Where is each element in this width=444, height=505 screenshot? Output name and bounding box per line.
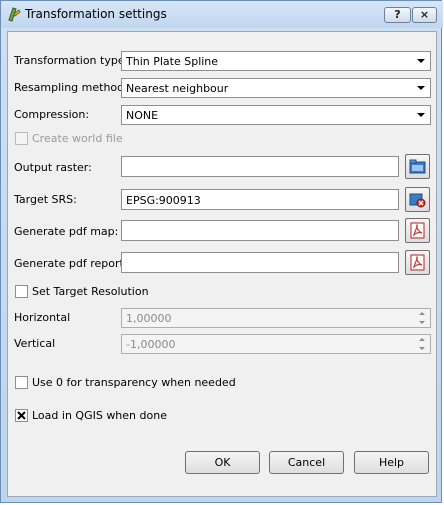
qgis-georeferencer-icon (8, 7, 21, 22)
target-srs-select-button[interactable] (405, 187, 430, 212)
chevron-down-icon (417, 113, 425, 117)
transformation-type-value: Thin Plate Spline (126, 55, 219, 68)
horizontal-value: 1,00000 (126, 312, 172, 325)
cancel-button[interactable]: Cancel (269, 451, 344, 474)
pdf-icon (410, 254, 425, 271)
spin-up-icon[interactable] (414, 309, 430, 318)
ok-button[interactable]: OK (185, 451, 260, 474)
horizontal-spinbox[interactable]: 1,00000 (121, 308, 431, 328)
chevron-down-icon (417, 86, 425, 90)
horizontal-label: Horizontal (14, 311, 71, 324)
vertical-value: -1,00000 (126, 338, 176, 351)
transparency-checkbox[interactable] (15, 376, 28, 389)
pdf-report-label: Generate pdf report: (14, 257, 128, 270)
spin-down-icon[interactable] (414, 318, 430, 327)
chevron-down-icon (417, 59, 425, 63)
pdf-map-input[interactable] (121, 220, 399, 241)
target-srs-label: Target SRS: (14, 193, 77, 206)
window-title: Transformation settings (25, 7, 167, 21)
compression-value: NONE (126, 109, 159, 122)
output-raster-label: Output raster: (14, 161, 92, 174)
title-close-button[interactable]: × (412, 7, 437, 23)
target-srs-value: EPSG:900913 (126, 194, 201, 207)
transformation-type-select[interactable]: Thin Plate Spline (121, 51, 431, 71)
transparency-label: Use 0 for transparency when needed (32, 376, 236, 389)
folder-browse-icon (409, 159, 426, 174)
set-target-resolution-label: Set Target Resolution (32, 285, 149, 298)
output-raster-browse-button[interactable] (405, 154, 430, 179)
transformation-settings-dialog: Transformation settings ? × Transformati… (0, 0, 443, 503)
help-button[interactable]: Help (354, 451, 429, 474)
dialog-body: Transformation type: Thin Plate Spline R… (7, 31, 437, 497)
spin-down-icon[interactable] (414, 344, 430, 353)
create-world-file-checkbox[interactable] (15, 132, 28, 145)
pdf-report-browse-button[interactable] (405, 250, 430, 275)
vertical-spinbox[interactable]: -1,00000 (121, 334, 431, 354)
pdf-map-browse-button[interactable] (405, 218, 430, 243)
spin-up-icon[interactable] (414, 335, 430, 344)
pdf-icon (410, 222, 425, 239)
title-help-button[interactable]: ? (384, 7, 411, 23)
projection-select-icon (409, 193, 426, 208)
compression-select[interactable]: NONE (121, 105, 431, 125)
pdf-report-input[interactable] (121, 252, 399, 273)
transformation-type-label: Transformation type: (14, 54, 129, 67)
pdf-map-label: Generate pdf map: (14, 225, 119, 238)
set-target-resolution-checkbox[interactable] (15, 285, 28, 298)
load-in-qgis-label: Load in QGIS when done (32, 409, 167, 422)
output-raster-input[interactable] (121, 156, 399, 177)
target-srs-input[interactable]: EPSG:900913 (121, 189, 399, 210)
create-world-file-label: Create world file (32, 132, 123, 145)
resampling-method-select[interactable]: Nearest neighbour (121, 78, 431, 98)
title-bar[interactable]: Transformation settings ? × (1, 1, 443, 28)
load-in-qgis-checkbox[interactable] (15, 409, 28, 422)
resampling-method-value: Nearest neighbour (126, 82, 229, 95)
vertical-label: Vertical (14, 337, 56, 350)
checkmark-icon (17, 411, 26, 420)
compression-label: Compression: (14, 108, 90, 121)
resampling-method-label: Resampling method: (14, 81, 128, 94)
